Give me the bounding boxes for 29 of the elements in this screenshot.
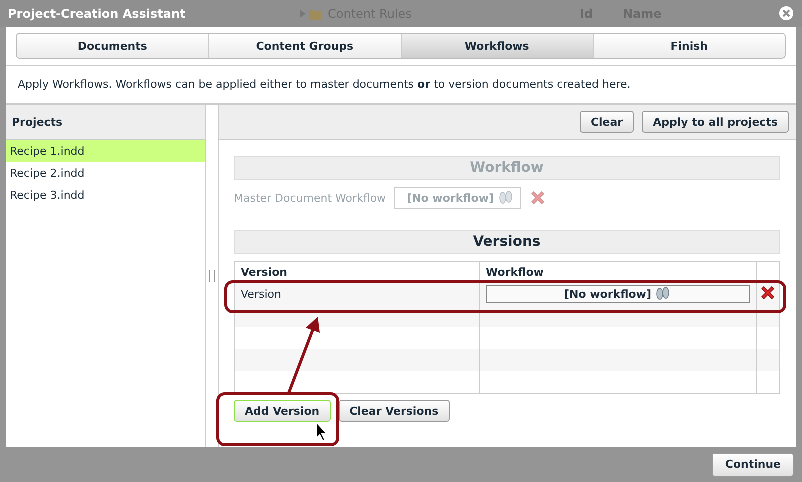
mouse-cursor-icon [316,422,328,442]
wizard-step[interactable]: Workflows [402,34,594,58]
projects-heading: Projects [12,116,63,128]
wizard-step[interactable]: Finish [594,34,785,58]
footprints-icon [498,191,514,205]
section-header: Versions [234,230,780,254]
workflow-picker[interactable]: [No workflow] [486,285,750,303]
section-header: Workflow [234,156,780,180]
folder-icon [300,8,322,20]
delete-icon[interactable] [759,284,777,302]
toolbar-button[interactable]: Apply to all projects [642,111,789,133]
wizard-step[interactable]: Content Groups [209,34,402,58]
column-header: Workflow [480,262,756,282]
project-item[interactable]: Recipe 1.indd [6,140,205,162]
splitter-handle[interactable] [209,270,215,282]
footprints-icon [655,287,672,301]
action-button[interactable]: Add Version [234,400,331,422]
continue-button[interactable]: Continue [712,452,794,476]
remove-icon[interactable] [529,189,548,207]
action-button[interactable]: Clear Versions [338,400,450,422]
window-title: Project-Creation Assistant [8,6,186,20]
wizard-step[interactable]: Documents [17,34,210,58]
table-cell: Version [234,282,480,305]
field-label: Master Document Workflow [234,192,386,204]
project-item[interactable]: Recipe 3.indd [6,184,205,206]
column-header: Version [234,262,480,282]
toolbar-button[interactable]: Clear [580,111,634,133]
project-item[interactable]: Recipe 2.indd [6,162,205,184]
close-icon[interactable] [779,6,794,21]
